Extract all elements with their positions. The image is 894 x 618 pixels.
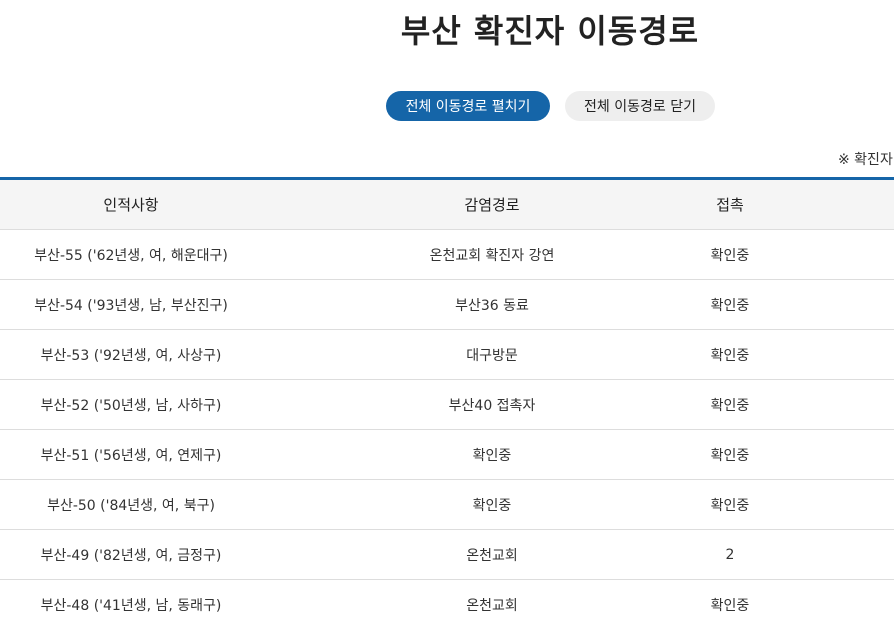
- cell-contact: 확인중: [710, 447, 750, 464]
- cell-contact: 확인중: [710, 347, 750, 364]
- cell-info: 부산-48 ('41년생, 남, 동래구): [40, 597, 222, 614]
- cell-contact: 확인중: [710, 597, 750, 614]
- cell-contact: 확인중: [710, 247, 750, 264]
- cell-info: 부산-55 ('62년생, 여, 해운대구): [34, 247, 228, 264]
- cell-route: 온천교회 확진자 강연: [429, 247, 555, 264]
- cell-route: 확인중: [472, 447, 512, 464]
- cell-info: 부산-49 ('82년생, 여, 금정구): [40, 547, 222, 564]
- table-row[interactable]: 부산-54 ('93년생, 남, 부산진구) 부산36 동료 확인중: [0, 280, 894, 330]
- cell-contact: 확인중: [710, 397, 750, 414]
- table-row[interactable]: 부산-49 ('82년생, 여, 금정구) 온천교회 2: [0, 530, 894, 580]
- table-row[interactable]: 부산-55 ('62년생, 여, 해운대구) 온천교회 확진자 강연 확인중: [0, 230, 894, 280]
- cell-route: 확인중: [472, 497, 512, 514]
- cell-route: 부산36 동료: [455, 297, 529, 314]
- cell-route: 온천교회: [466, 547, 518, 564]
- page-title: 부산 확진자 이동경로: [400, 12, 700, 50]
- table-row[interactable]: 부산-51 ('56년생, 여, 연제구) 확인중 확인중: [0, 430, 894, 480]
- table-row[interactable]: 부산-50 ('84년생, 여, 북구) 확인중 확인중: [0, 480, 894, 530]
- header-route: 감염경로: [464, 196, 520, 214]
- cell-route: 온천교회: [466, 597, 518, 614]
- header-contact: 접촉: [716, 196, 744, 214]
- collapse-all-button[interactable]: 전체 이동경로 닫기: [565, 91, 715, 121]
- cell-route: 대구방문: [466, 347, 518, 364]
- cell-info: 부산-51 ('56년생, 여, 연제구): [40, 447, 222, 464]
- cell-info: 부산-52 ('50년생, 남, 사하구): [40, 397, 222, 414]
- cell-info: 부산-53 ('92년생, 여, 사상구): [40, 347, 222, 364]
- patient-table: 인적사항 감염경로 접촉 부산-55 ('62년생, 여, 해운대구) 온천교회…: [0, 177, 894, 618]
- cell-contact: 2: [725, 546, 735, 563]
- cell-info: 부산-54 ('93년생, 남, 부산진구): [34, 297, 228, 314]
- cell-contact: 확인중: [710, 497, 750, 514]
- table-row[interactable]: 부산-52 ('50년생, 남, 사하구) 부산40 접촉자 확인중: [0, 380, 894, 430]
- table-header-row: 인적사항 감염경로 접촉: [0, 180, 894, 230]
- expand-all-button[interactable]: 전체 이동경로 펼치기: [386, 91, 550, 121]
- cell-route: 부산40 접촉자: [448, 397, 536, 414]
- cell-info: 부산-50 ('84년생, 여, 북구): [47, 497, 215, 514]
- header-info: 인적사항: [103, 196, 159, 214]
- cell-contact: 확인중: [710, 297, 750, 314]
- table-row[interactable]: 부산-48 ('41년생, 남, 동래구) 온천교회 확인중: [0, 580, 894, 618]
- notice-text: ※ 확진자: [838, 152, 893, 168]
- page: 부산 확진자 이동경로 전체 이동경로 펼치기 전체 이동경로 닫기 ※ 확진자…: [0, 0, 894, 618]
- table-row[interactable]: 부산-53 ('92년생, 여, 사상구) 대구방문 확인중: [0, 330, 894, 380]
